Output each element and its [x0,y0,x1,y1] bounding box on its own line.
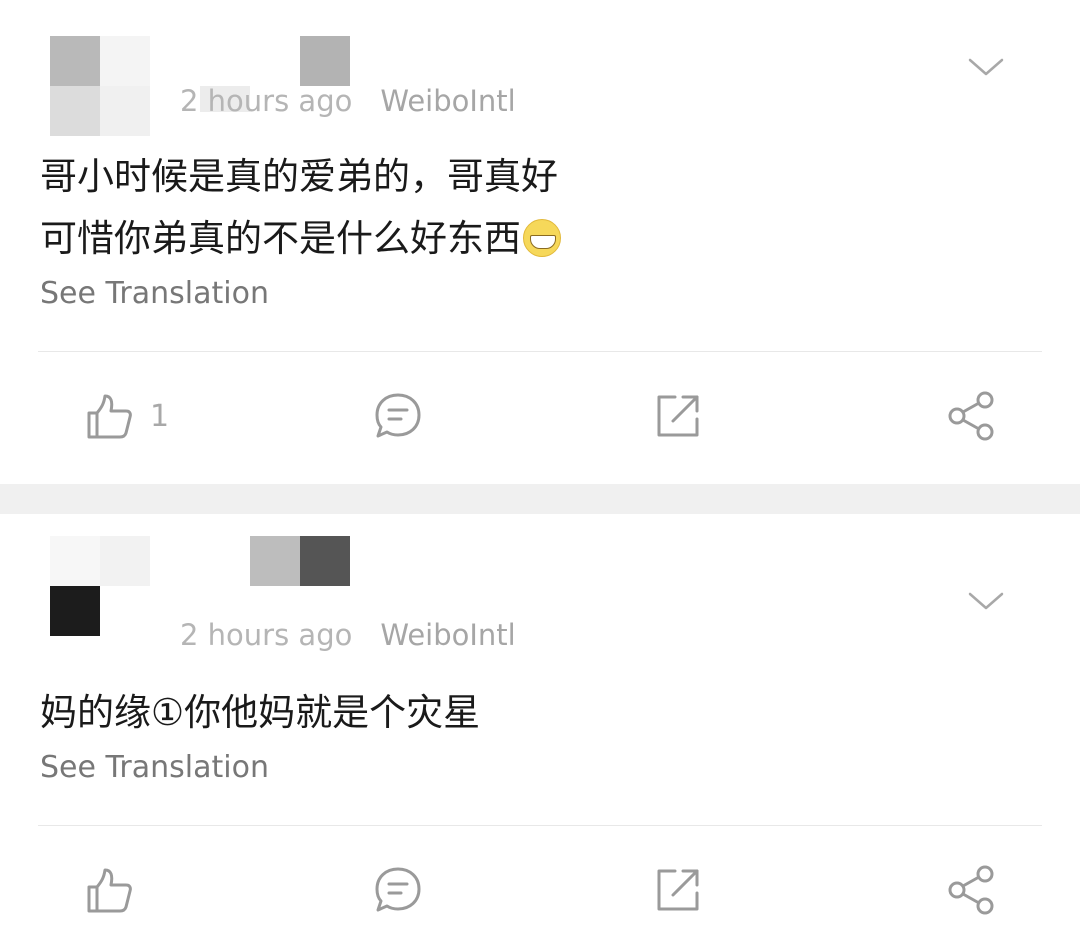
post-source: WeiboIntl [380,618,516,652]
section-separator [0,484,1080,514]
post-meta: 2 hours ago WeiboIntl [180,618,516,652]
comment-button[interactable] [373,376,423,456]
post-time: 2 hours ago [180,618,353,652]
comment-text-line: 妈的缘①你他妈就是个灾星 [40,691,481,734]
thumbs-up-icon [87,868,132,913]
grinning-face-emoji [523,219,561,257]
comment-icon [375,867,421,912]
share-button[interactable] [945,850,997,930]
repost-button[interactable] [653,376,703,456]
divider [38,351,1042,352]
chevron-down-icon[interactable] [966,52,1006,82]
repost-icon [657,869,699,911]
see-translation-link[interactable]: See Translation [40,276,269,311]
share-button[interactable] [945,376,997,456]
comment-text-line: 可惜你弟真的不是什么好东西 [40,217,521,260]
repost-button[interactable] [653,850,703,930]
comment-card: 2 hours ago WeiboIntl 妈的缘①你他妈就是个灾星 See Tr… [0,514,1080,936]
like-button[interactable]: 1 [84,376,169,456]
comment-text: 哥小时候是真的爱弟的，哥真好 可惜你弟真的不是什么好东西 [40,146,1040,270]
action-bar: 1 [0,376,1080,456]
like-button[interactable] [84,850,150,930]
like-count: 1 [150,398,170,434]
see-translation-link[interactable]: See Translation [40,750,269,785]
comment-icon [375,393,421,438]
divider [38,825,1042,826]
share-icon [948,391,994,441]
post-time: 2 hours ago [180,84,353,118]
blurred-avatar-username [0,0,420,140]
chevron-down-icon[interactable] [966,586,1006,616]
comment-text-line: 哥小时候是真的爱弟的，哥真好 [40,155,558,198]
post-meta: 2 hours ago WeiboIntl [180,84,516,118]
comment-card: 2 hours ago WeiboIntl 哥小时候是真的爱弟的，哥真好 可惜你弟… [0,0,1080,484]
thumbs-up-icon [87,394,132,439]
repost-icon [657,395,699,437]
action-bar [0,850,1080,930]
post-source: WeiboIntl [380,84,516,118]
comment-button[interactable] [373,850,423,930]
comment-text: 妈的缘①你他妈就是个灾星 [40,682,1040,744]
share-icon [948,865,994,915]
